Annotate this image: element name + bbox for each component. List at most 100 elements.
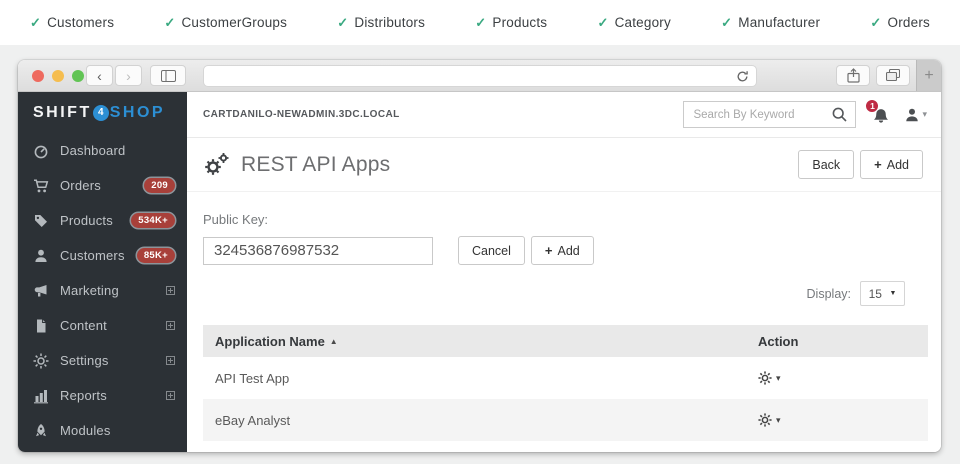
row-action-menu-button[interactable]: ▾ <box>758 413 928 427</box>
checklist-label: Distributors <box>354 15 425 30</box>
row-action-menu-button[interactable]: ▾ <box>758 371 928 385</box>
checklist-item-orders[interactable]: ✓ Orders <box>870 15 930 31</box>
back-button[interactable]: Back <box>798 150 854 179</box>
sidebar-item-content[interactable]: Content <box>18 308 187 343</box>
checklist-label: Manufacturer <box>738 15 820 30</box>
column-header-label: Action <box>758 334 798 349</box>
page-title: REST API Apps <box>241 153 390 177</box>
api-apps-table: Application Name ▲ Action API Test App ▾ <box>203 325 928 441</box>
sidebar-menu: Dashboard Orders 209 Products 534K+ <box>18 133 187 448</box>
maximize-window-button[interactable] <box>72 70 84 82</box>
display-label: Display: <box>807 287 851 301</box>
display-selected-value: 15 <box>869 287 882 301</box>
logo-4-icon: 4 <box>93 105 109 121</box>
checklist-item-customergroups[interactable]: ✓ CustomerGroups <box>164 15 287 31</box>
sidebar-item-reports[interactable]: Reports <box>18 378 187 413</box>
search-icon[interactable] <box>829 106 855 123</box>
sidebar-item-label: Marketing <box>60 283 119 298</box>
expand-plus-icon[interactable] <box>166 356 175 365</box>
browser-sidebar-toggle-button[interactable] <box>150 65 186 86</box>
sidebar-item-label: Modules <box>60 423 111 438</box>
sidebar-item-label: Orders <box>60 178 101 193</box>
browser-titlebar: ‹ › + <box>18 60 941 92</box>
browser-tabs-overview-button[interactable] <box>876 65 910 86</box>
rocket-icon <box>33 423 49 439</box>
column-header-application-name[interactable]: Application Name ▲ <box>203 334 758 349</box>
page-header: REST API Apps Back + Add <box>187 138 941 192</box>
expand-plus-icon[interactable] <box>166 286 175 295</box>
chevron-right-icon: › <box>126 68 131 84</box>
products-count-badge: 534K+ <box>131 213 175 228</box>
admin-main-panel: CARTDANILO-NEWADMIN.3DC.LOCAL 1 ▾ <box>187 92 941 452</box>
app-name-cell: eBay Analyst <box>203 413 758 428</box>
column-header-action: Action <box>758 334 928 349</box>
megaphone-icon <box>33 283 49 299</box>
sidebar-item-orders[interactable]: Orders 209 <box>18 168 187 203</box>
store-domain-breadcrumb: CARTDANILO-NEWADMIN.3DC.LOCAL <box>203 109 400 120</box>
add-app-button[interactable]: + Add <box>860 150 923 179</box>
user-account-icon <box>904 107 920 123</box>
sort-ascending-icon: ▲ <box>330 337 338 346</box>
display-count-select[interactable]: 15 ▼ <box>860 281 905 306</box>
expand-plus-icon[interactable] <box>166 391 175 400</box>
notifications-button[interactable]: 1 <box>872 106 890 124</box>
logo-text-shop: SHOP <box>110 104 165 122</box>
sidebar-item-marketing[interactable]: Marketing <box>18 273 187 308</box>
check-icon: ✓ <box>30 15 41 31</box>
browser-url-input[interactable] <box>204 66 756 86</box>
chevron-down-icon: ▾ <box>776 415 781 426</box>
checklist-label: Customers <box>47 15 114 30</box>
browser-forward-button[interactable]: › <box>115 65 142 86</box>
public-key-input[interactable] <box>203 237 433 265</box>
checklist-label: Products <box>492 15 547 30</box>
table-row: eBay Analyst ▾ <box>203 399 928 441</box>
browser-address-bar <box>203 65 757 87</box>
sidebar-item-label: Dashboard <box>60 143 125 158</box>
search-input[interactable] <box>684 109 829 121</box>
plus-icon: + <box>874 157 882 172</box>
user-menu-button[interactable]: ▾ <box>904 107 927 123</box>
check-icon: ✓ <box>164 15 175 31</box>
notification-count-badge: 1 <box>865 99 879 113</box>
minimize-window-button[interactable] <box>52 70 64 82</box>
sidebar-item-label: Reports <box>60 388 107 403</box>
browser-window: ‹ › + SHIFT 4 SHOP <box>18 60 941 452</box>
chevron-left-icon: ‹ <box>97 68 102 84</box>
checklist-item-manufacturer[interactable]: ✓ Manufacturer <box>721 15 820 31</box>
gear-icon <box>758 371 772 385</box>
refresh-icon[interactable] <box>735 69 750 84</box>
new-tab-button[interactable]: + <box>916 60 941 91</box>
sidebar-item-dashboard[interactable]: Dashboard <box>18 133 187 168</box>
checklist-item-customers[interactable]: ✓ Customers <box>30 15 114 31</box>
dashboard-icon <box>33 143 49 159</box>
user-icon <box>33 248 49 264</box>
shift4shop-logo[interactable]: SHIFT 4 SHOP <box>18 92 187 133</box>
expand-plus-icon[interactable] <box>166 321 175 330</box>
browser-share-button[interactable] <box>836 65 870 86</box>
sidebar-item-label: Products <box>60 213 113 228</box>
sidebar-panel-icon <box>161 70 176 82</box>
checklist-item-products[interactable]: ✓ Products <box>475 15 547 31</box>
sidebar-item-modules[interactable]: Modules <box>18 413 187 448</box>
sidebar-item-products[interactable]: Products 534K+ <box>18 203 187 238</box>
sidebar-item-customers[interactable]: Customers 85K+ <box>18 238 187 273</box>
logo-text-shift: SHIFT <box>33 104 92 122</box>
chevron-down-icon: ▼ <box>889 290 896 297</box>
cancel-button[interactable]: Cancel <box>458 236 525 265</box>
checklist-item-distributors[interactable]: ✓ Distributors <box>337 15 425 31</box>
admin-topbar: CARTDANILO-NEWADMIN.3DC.LOCAL 1 ▾ <box>187 92 941 138</box>
checklist-item-category[interactable]: ✓ Category <box>597 15 670 31</box>
gears-icon <box>203 152 230 177</box>
sidebar-item-settings[interactable]: Settings <box>18 343 187 378</box>
close-window-button[interactable] <box>32 70 44 82</box>
gear-icon <box>33 353 49 369</box>
admin-sidebar: SHIFT 4 SHOP Dashboard Orders 209 <box>18 92 187 452</box>
cancel-button-label: Cancel <box>472 244 511 258</box>
confirm-add-button[interactable]: + Add <box>531 236 594 265</box>
tag-icon <box>33 213 49 229</box>
browser-back-button[interactable]: ‹ <box>86 65 113 86</box>
page-content: Public Key: Cancel + Add Display: 15 ▼ <box>187 212 941 452</box>
keyword-search-box <box>683 101 856 128</box>
app-name-cell: API Test App <box>203 371 758 386</box>
check-icon: ✓ <box>597 15 608 31</box>
